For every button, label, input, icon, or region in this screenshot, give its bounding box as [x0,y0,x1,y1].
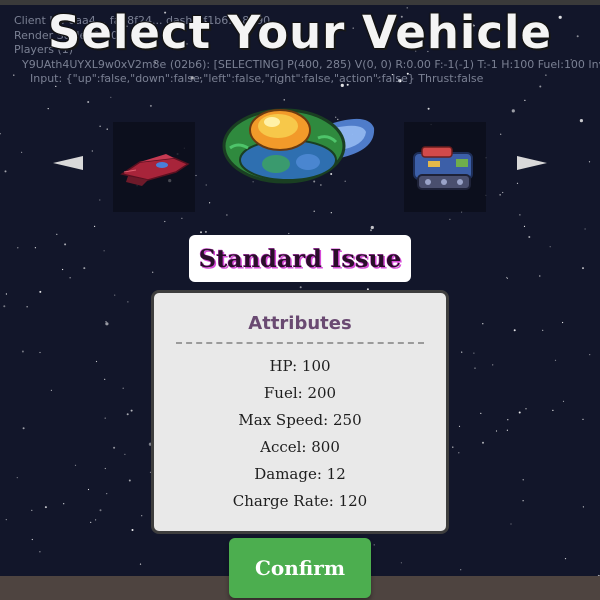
attributes-divider [176,342,424,344]
vehicle-name-label: Standard Issue [189,235,411,282]
left-vehicle-red-rocket-icon[interactable] [118,150,192,188]
next-vehicle-arrow-icon[interactable] [517,156,547,170]
debug-line-player-state: Y9UAth4UYXL9w0xV2m8e (02b6): [SELECTING]… [22,57,600,71]
previous-vehicle-arrow-icon[interactable] [53,156,83,170]
stat-hp: HP: 100 [269,357,331,375]
page-title: Select Your Vehicle [48,6,552,59]
stat-damage: Damage: 12 [254,465,346,483]
stat-charge-rate: Charge Rate: 120 [232,492,368,510]
stat-fuel: Fuel: 200 [263,384,337,402]
selected-vehicle-green-saucer-icon [222,108,375,184]
attributes-panel: Attributes HP: 100 Fuel: 200 Max Speed: … [151,290,449,534]
attributes-heading: Attributes [248,313,352,334]
top-border [0,0,600,5]
right-vehicle-blue-tank-icon[interactable] [408,145,482,193]
stat-max-speed: Max Speed: 250 [238,411,362,429]
vehicle-name-text: Standard Issue [198,244,402,273]
confirm-button[interactable]: Confirm [229,538,371,598]
debug-line-input: Input: {"up":false,"down":false,"left":f… [30,72,484,85]
stat-accel: Accel: 800 [260,438,340,456]
